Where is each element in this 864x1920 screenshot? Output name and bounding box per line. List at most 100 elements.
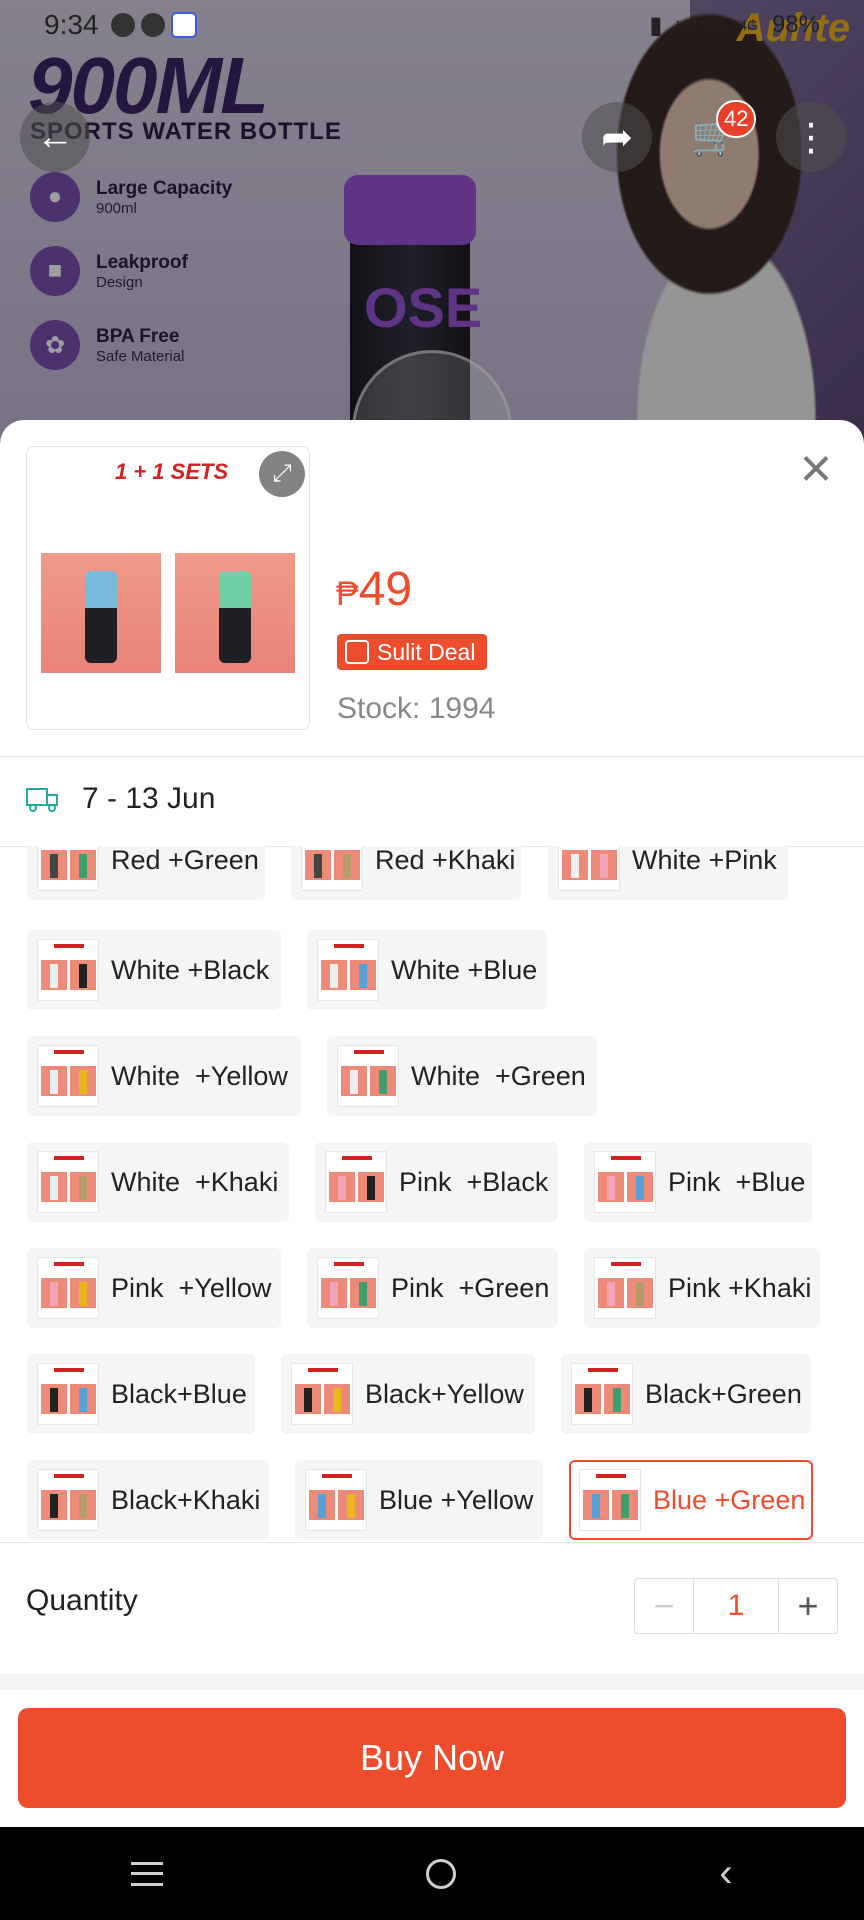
- variant-label: White +Blue: [391, 954, 538, 985]
- more-vertical-icon[interactable]: ⋮: [776, 102, 846, 172]
- quantity-decrease-button[interactable]: −: [635, 1579, 693, 1633]
- variant-thumb: [37, 846, 99, 891]
- deal-label: Sulit Deal: [377, 638, 476, 665]
- product-thumbnail[interactable]: 1 + 1 SETS ⤢: [26, 446, 310, 730]
- variant-label: Pink +Black: [399, 1166, 549, 1197]
- quantity-label: Quantity: [26, 1584, 138, 1617]
- status-notification-icons: [110, 12, 197, 38]
- vibrate-icon: ▮: [649, 11, 663, 39]
- divider: [0, 1542, 864, 1543]
- close-icon[interactable]: ×: [792, 440, 840, 496]
- system-nav-bar: ‹: [0, 1827, 864, 1920]
- home-icon[interactable]: [426, 1858, 457, 1889]
- status-bar: 9:34 ▮ VoLTE1 4G 98%: [0, 0, 864, 50]
- share-icon[interactable]: ➦: [582, 102, 652, 172]
- variant-thumb: [337, 1045, 399, 1107]
- variant-label: Black+Yellow: [365, 1378, 524, 1409]
- buy-now-button[interactable]: Buy Now: [18, 1708, 846, 1808]
- quantity-value[interactable]: 1: [693, 1579, 779, 1633]
- product-banner: 900ML SPORTS WATER BOTTLE Auhte ● Large …: [0, 0, 864, 440]
- variant-label: White +Green: [411, 1060, 586, 1091]
- variant-thumb: [325, 1151, 387, 1213]
- variant-label: Pink +Yellow: [111, 1272, 272, 1303]
- variant-thumb: [317, 939, 379, 1001]
- variant-label: Red +Khaki: [375, 846, 516, 875]
- variant-label: Pink +Khaki: [668, 1272, 812, 1303]
- variant-thumb: [301, 846, 363, 891]
- variant-thumb: [305, 1469, 367, 1531]
- quantity-increase-button[interactable]: +: [779, 1579, 837, 1633]
- variant-option[interactable]: Pink +Blue: [584, 1142, 812, 1222]
- recent-apps-icon[interactable]: [131, 1861, 164, 1886]
- variant-option[interactable]: Red +Khaki: [291, 846, 521, 900]
- variant-thumb: [37, 1469, 99, 1531]
- variant-label: White +Black: [111, 954, 270, 985]
- variant-grid: Red +Green Red +Khaki White +Pink White …: [0, 846, 864, 1542]
- variant-label: Black+Khaki: [111, 1484, 261, 1515]
- variant-option[interactable]: White +Black: [27, 930, 281, 1010]
- variant-label: White +Pink: [632, 846, 777, 875]
- network-label: VoLTE1: [676, 17, 726, 33]
- variant-thumb: [594, 1151, 656, 1213]
- status-time: 9:34: [44, 9, 99, 40]
- thumb-sets-label: 1 + 1 SETS: [115, 459, 229, 484]
- currency-symbol: ₱: [336, 575, 359, 613]
- variant-thumb: [37, 1151, 99, 1213]
- variant-option[interactable]: Black+Yellow: [281, 1354, 535, 1434]
- variant-label: Red +Green: [111, 846, 259, 875]
- variant-thumb: [291, 1363, 353, 1425]
- thumbs-up-icon: [345, 640, 369, 664]
- app-notification-icon: [170, 12, 197, 38]
- variant-thumb: [37, 939, 99, 1001]
- variant-option[interactable]: Black+Green: [561, 1354, 811, 1434]
- variant-option[interactable]: Black+Blue: [27, 1354, 255, 1434]
- variant-option[interactable]: Black+Khaki: [27, 1460, 269, 1540]
- delivery-range: 7 - 13 Jun: [82, 782, 216, 815]
- sulit-deal-badge: Sulit Deal: [337, 634, 488, 670]
- back-arrow-icon[interactable]: ←: [20, 102, 90, 172]
- thumb-image-green: [175, 553, 295, 673]
- variant-option[interactable]: White +Pink: [548, 846, 788, 900]
- variant-thumb: [37, 1257, 99, 1319]
- variant-thumb: [558, 846, 620, 891]
- variant-option[interactable]: Pink +Green: [307, 1248, 558, 1328]
- expand-icon[interactable]: ⤢: [259, 451, 305, 497]
- variant-label: White +Yellow: [111, 1060, 288, 1091]
- price-value: 49: [358, 563, 413, 616]
- variant-option[interactable]: White +Yellow: [27, 1036, 301, 1116]
- truck-icon: [26, 786, 60, 812]
- notification-icon: [110, 13, 135, 37]
- variant-label: White +Khaki: [111, 1166, 279, 1197]
- variant-option[interactable]: Pink +Khaki: [584, 1248, 820, 1328]
- system-back-icon[interactable]: ‹: [719, 1851, 732, 1896]
- notification-icon: [140, 13, 165, 37]
- stock-count: Stock: 1994: [337, 692, 496, 725]
- variant-thumb: [571, 1363, 633, 1425]
- variant-option[interactable]: White +Blue: [307, 930, 547, 1010]
- variant-option[interactable]: Blue +Yellow: [295, 1460, 543, 1540]
- variant-option[interactable]: Pink +Yellow: [27, 1248, 281, 1328]
- variant-option[interactable]: White +Green: [327, 1036, 597, 1116]
- variant-option[interactable]: Red +Green: [27, 846, 265, 900]
- bottle-green: [219, 571, 251, 663]
- variant-option[interactable]: Pink +Black: [315, 1142, 558, 1222]
- variant-option-selected[interactable]: Blue +Green: [569, 1460, 813, 1540]
- signal-label: 4G: [739, 17, 758, 33]
- bottle-blue: [85, 571, 117, 663]
- delivery-row: 7 - 13 Jun: [26, 782, 215, 816]
- variant-thumb: [594, 1257, 656, 1319]
- variant-label: Black+Blue: [111, 1378, 247, 1409]
- variant-label: Black+Green: [645, 1378, 802, 1409]
- variant-thumb: [317, 1257, 379, 1319]
- quantity-stepper: − 1 +: [634, 1578, 838, 1634]
- variant-thumb: [37, 1363, 99, 1425]
- status-right: ▮ VoLTE1 4G 98%: [649, 11, 820, 40]
- cart-count-badge: 42: [716, 100, 757, 138]
- banner-overlay: [0, 0, 864, 440]
- variant-label: Blue +Yellow: [379, 1484, 534, 1515]
- variant-label: Blue +Green: [653, 1484, 806, 1515]
- thumb-image-blue: [41, 553, 161, 673]
- variant-label: Pink +Green: [391, 1272, 550, 1303]
- variant-option[interactable]: White +Khaki: [27, 1142, 289, 1222]
- variant-thumb: [37, 1045, 99, 1107]
